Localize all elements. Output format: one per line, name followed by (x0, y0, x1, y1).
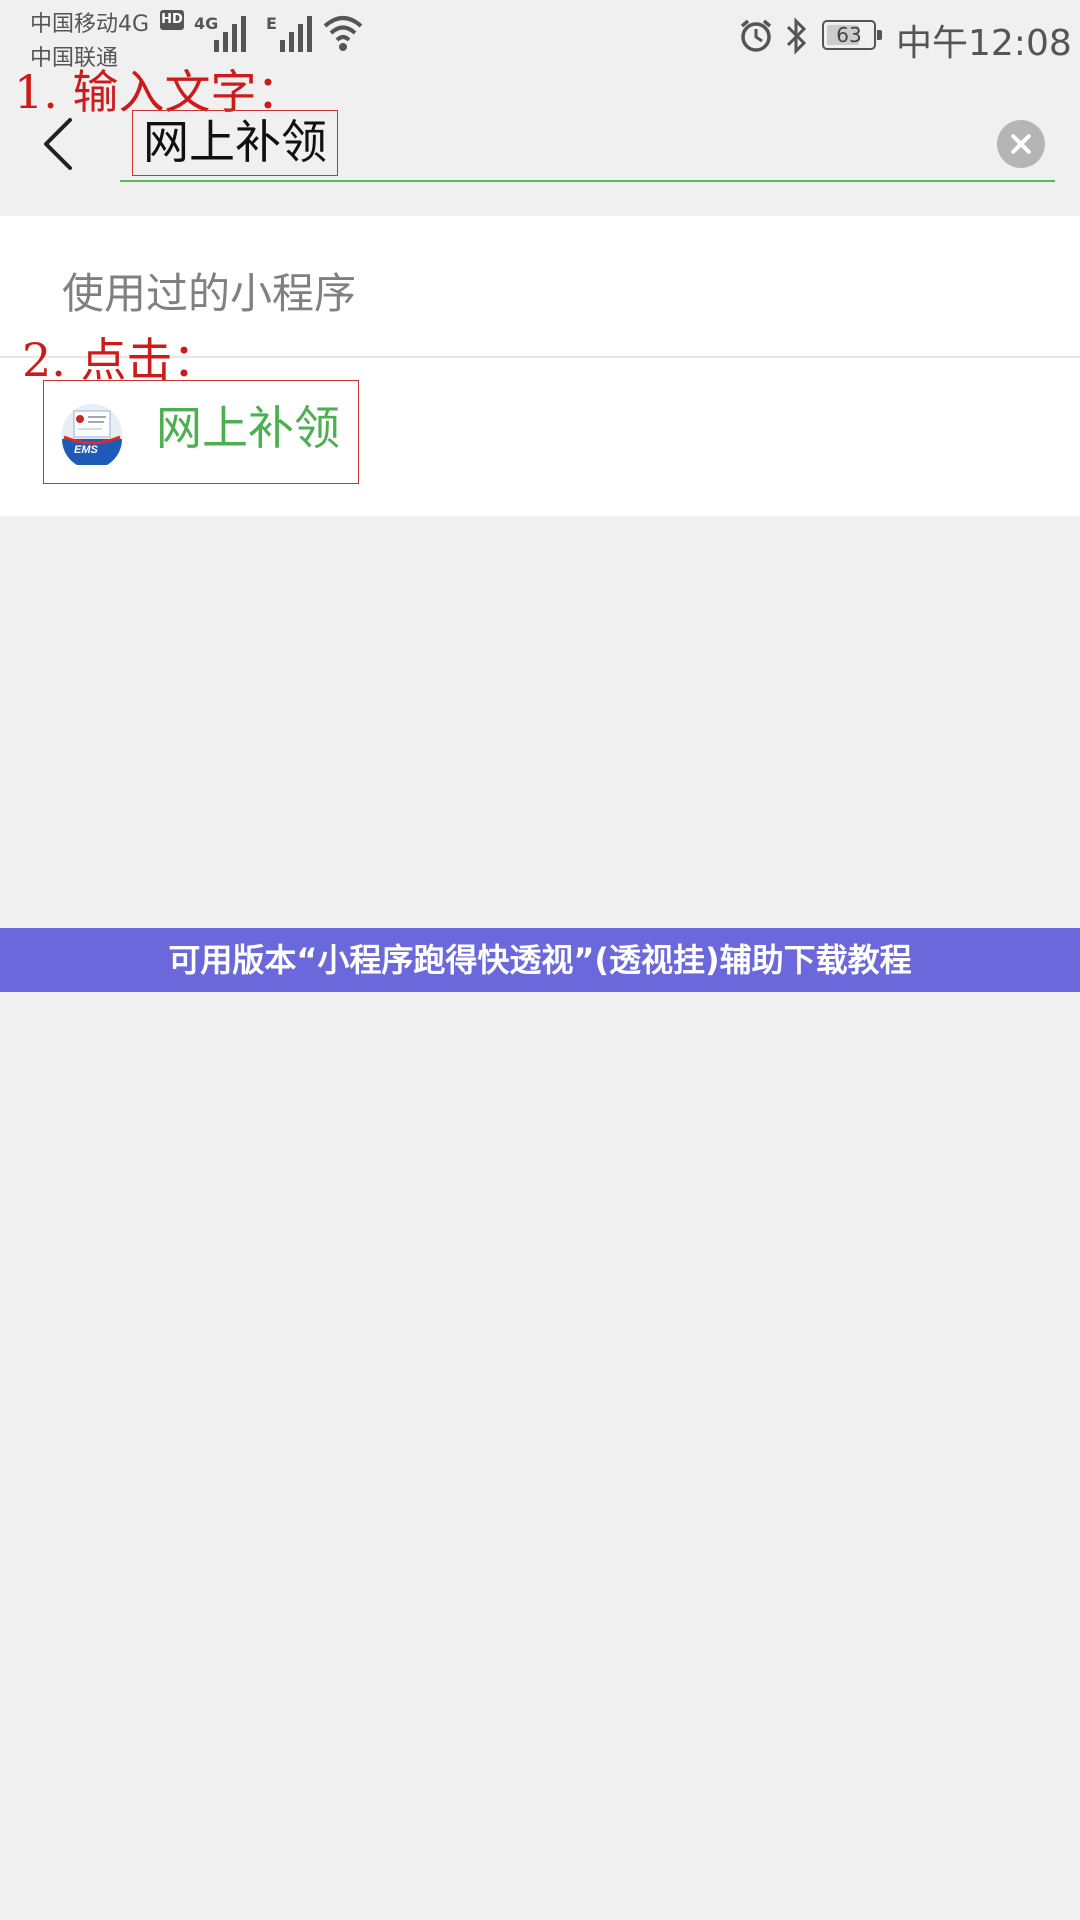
mini-program-result[interactable]: EMS 网上补领 (43, 380, 359, 484)
ems-logo-text: EMS (74, 444, 99, 456)
ems-logo-icon: EMS (62, 404, 122, 465)
download-banner[interactable]: 可用版本“小程序跑得快透视”(透视挂)辅助下载教程 (0, 928, 1080, 992)
section-title: 使用过的小程序 (62, 269, 357, 318)
clock: 中午12:08 (896, 23, 1072, 64)
back-arrow-icon[interactable] (40, 116, 76, 172)
signal-icon (280, 16, 312, 52)
battery-level: 63 (836, 23, 862, 47)
result-label[interactable]: 网上补领 (156, 397, 340, 459)
bluetooth-icon (786, 17, 807, 55)
clear-icon[interactable] (997, 120, 1045, 168)
search-query[interactable]: 网上补领 (132, 110, 338, 176)
alarm-icon (740, 19, 772, 52)
annotation-step-2: 2. 点击： (22, 333, 219, 387)
wifi-icon (323, 16, 363, 51)
search-input[interactable]: 网上补领 (120, 106, 1055, 182)
signal-icon (214, 16, 246, 52)
network-type-2: E (266, 14, 277, 33)
hd-badge: HD (160, 10, 184, 30)
battery-icon: 63 (822, 20, 882, 50)
carrier-primary: 中国移动4G (30, 12, 150, 37)
